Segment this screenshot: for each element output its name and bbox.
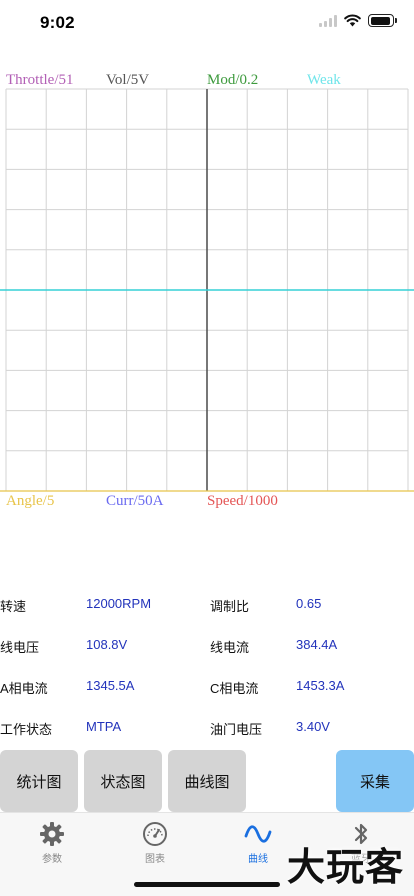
param-label: 油门电压 — [210, 722, 263, 737]
gauge-icon — [143, 822, 167, 846]
wifi-icon — [344, 14, 361, 27]
wave-icon — [244, 825, 272, 843]
status-chart-button[interactable]: 状态图 — [84, 750, 162, 812]
param-label: A相电流 — [0, 681, 48, 696]
tab-label: 曲线 — [248, 854, 268, 865]
collect-button[interactable]: 采集 — [336, 750, 414, 812]
param-row: 工作状态 MTPA 油门电压 3.40V — [0, 715, 414, 739]
oscilloscope-chart — [0, 88, 414, 492]
param-label: C相电流 — [210, 681, 259, 696]
param-row: A相电流 1345.5A C相电流 1453.3A — [0, 674, 414, 698]
tab-label: 参数 — [42, 854, 62, 865]
label-weak: Weak — [307, 72, 341, 88]
param-value: MTPA — [86, 719, 122, 734]
chart-bottom-labels: Angle/5 Curr/50A Speed/1000 — [0, 493, 414, 511]
label-throttle: Throttle/51 — [6, 72, 74, 88]
watermark-logo: 大玩客 — [286, 845, 404, 889]
home-indicator — [134, 882, 280, 887]
label-angle: Angle/5 — [6, 493, 55, 509]
param-row: 线电压 108.8V 线电流 384.4A — [0, 633, 414, 657]
param-value: 384.4A — [296, 637, 338, 652]
status-time: 9:02 — [40, 13, 75, 32]
param-value: 3.40V — [296, 719, 330, 734]
label-speed: Speed/1000 — [207, 493, 278, 509]
status-bar: 9:02 — [0, 0, 414, 44]
status-icons — [319, 14, 397, 27]
param-label: 调制比 — [210, 599, 250, 614]
param-label: 工作状态 — [0, 722, 53, 737]
tab-curves[interactable]: 曲线 — [228, 821, 288, 865]
param-row: 转速 12000RPM 调制比 0.65 — [0, 592, 414, 616]
tab-charts[interactable]: 图表 — [125, 821, 185, 865]
label-current: Curr/50A — [106, 493, 164, 509]
param-label: 线电流 — [210, 640, 250, 655]
param-value: 12000RPM — [86, 596, 152, 611]
param-label: 线电压 — [0, 640, 40, 655]
param-value: 108.8V — [86, 637, 128, 652]
param-value: 1453.3A — [296, 678, 345, 693]
label-voltage: Vol/5V — [106, 72, 150, 88]
tab-label: 图表 — [145, 854, 165, 865]
tab-params[interactable]: 参数 — [22, 821, 82, 865]
stats-chart-button[interactable]: 统计图 — [0, 750, 78, 812]
gear-icon — [40, 822, 64, 846]
cellular-signal-icon — [319, 14, 337, 27]
battery-icon — [368, 14, 397, 27]
curve-chart-button[interactable]: 曲线图 — [168, 750, 246, 812]
param-value: 1345.5A — [86, 678, 135, 693]
param-label: 转速 — [0, 599, 27, 614]
param-value: 0.65 — [296, 596, 322, 611]
battery-level — [370, 16, 391, 25]
label-mod: Mod/0.2 — [207, 72, 259, 88]
